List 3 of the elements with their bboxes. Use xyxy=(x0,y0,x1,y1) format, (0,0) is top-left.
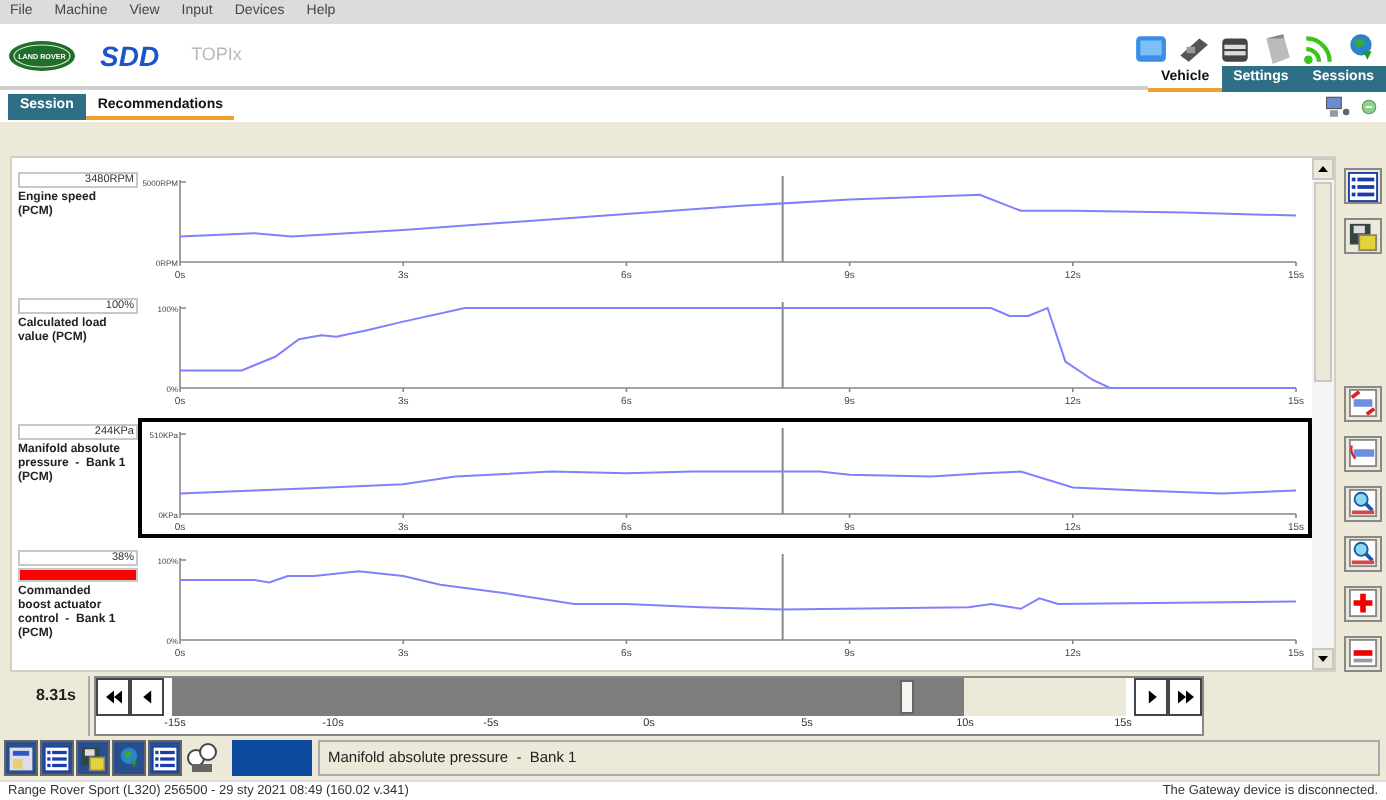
time-readout: 8.31s xyxy=(0,676,90,736)
brand-name: SDD xyxy=(100,41,160,69)
product-name: TOPIx xyxy=(191,46,242,64)
